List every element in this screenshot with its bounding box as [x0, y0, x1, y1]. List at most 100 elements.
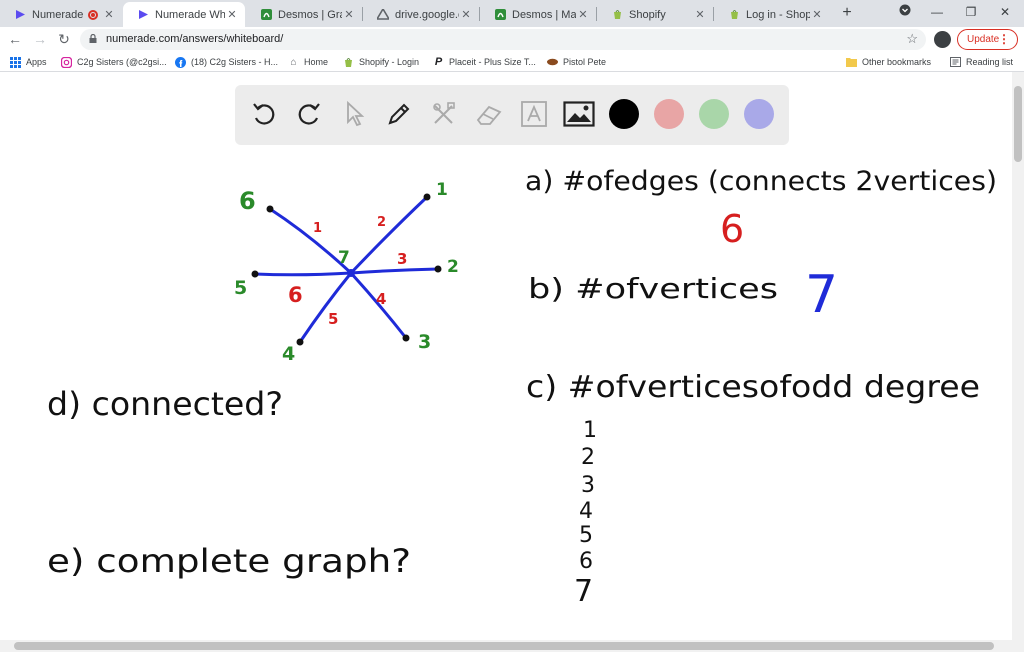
bookmark-label: (18) C2g Sisters - H... — [191, 57, 279, 67]
shopify-icon — [611, 9, 623, 21]
bookmark-pistol-pete[interactable]: Pistol Pete — [547, 55, 606, 69]
tab-title: drive.google.com — [395, 8, 459, 21]
close-tab-icon[interactable]: ✕ — [102, 8, 116, 21]
graph-edge — [349, 195, 429, 275]
vertex-label: 4 — [282, 343, 295, 365]
bookmark-facebook[interactable]: (18) C2g Sisters - H... — [175, 55, 278, 69]
instagram-icon — [61, 56, 72, 68]
forward-arrow-icon[interactable]: → — [31, 30, 49, 48]
color-swatch-black[interactable] — [609, 99, 639, 129]
horizontal-scrollbar[interactable] — [0, 640, 1024, 652]
graph-vertex — [402, 334, 410, 342]
tab-google-drive[interactable]: drive.google.com ✕ — [363, 2, 479, 27]
graph-vertex — [423, 193, 431, 201]
graph-vertex — [296, 338, 304, 346]
bookmark-label: Placeit - Plus Size T... — [449, 57, 536, 67]
edge-label: 2 — [377, 215, 386, 230]
image-icon[interactable] — [562, 97, 596, 131]
reading-list-button[interactable]: Reading list — [950, 55, 1013, 69]
tab-desmos-graphing[interactable]: Desmos | Graphin ✕ — [246, 2, 362, 27]
whiteboard-canvas[interactable]: 1 2 3 4 5 6 1 2 3 4 5 6 7 a) #ofedges (c… — [0, 72, 1012, 640]
tab-numerade[interactable]: Numerade ✕ — [0, 2, 122, 27]
new-tab-button[interactable]: + — [838, 4, 856, 22]
bookmark-label: Pistol Pete — [563, 57, 607, 67]
question-d: d) connected? — [47, 385, 283, 423]
color-swatch-purple[interactable] — [744, 99, 774, 129]
menu-kebab-icon: ⋮ — [998, 32, 1010, 46]
reading-list-icon — [950, 57, 961, 68]
address-bar[interactable]: numerade.com/answers/whiteboard/ ☆ — [80, 29, 926, 50]
bookmark-label: Apps — [26, 57, 47, 67]
tab-title: Numerade — [32, 8, 84, 21]
update-button[interactable]: Update ⋮ — [957, 29, 1018, 50]
bookmark-label: C2g Sisters (@c2gsi... — [77, 57, 167, 67]
bookmark-instagram[interactable]: C2g Sisters (@c2gsi... — [61, 55, 167, 69]
numerade-icon — [14, 9, 26, 21]
shopify-icon — [343, 57, 354, 68]
restore-icon[interactable]: ❐ — [960, 2, 982, 22]
close-tab-icon[interactable]: ✕ — [459, 8, 473, 21]
bookmarks-bar: Apps C2g Sisters (@c2gsi... (18) C2g Sis… — [0, 52, 1024, 72]
pen-icon[interactable] — [382, 97, 416, 131]
bookmark-apps[interactable]: Apps — [10, 55, 47, 69]
vertex-label: 3 — [418, 331, 431, 353]
vertex-label: 2 — [447, 257, 459, 277]
bookmark-placeit[interactable]: P Placeit - Plus Size T... — [433, 55, 536, 69]
vertex-label: 6 — [239, 187, 256, 215]
list-item: 5 — [579, 523, 593, 548]
list-item: 2 — [581, 445, 595, 470]
tab-title: Log in - Shopify — [746, 8, 810, 21]
question-c: c) #ofverticesofodd degree — [526, 370, 980, 405]
bookmark-label: Home — [304, 57, 329, 67]
tab-shopify[interactable]: Shopify ✕ — [597, 2, 713, 27]
url-text: numerade.com/answers/whiteboard/ — [106, 33, 284, 45]
graph-edge — [349, 267, 440, 275]
question-b: b) #ofvertices — [528, 272, 778, 305]
close-tab-icon[interactable]: ✕ — [810, 8, 824, 21]
close-window-icon[interactable]: ✕ — [994, 2, 1016, 22]
vertex-label: 5 — [234, 277, 247, 299]
bookmark-shopify-login[interactable]: Shopify - Login — [343, 55, 419, 69]
redo-icon[interactable] — [292, 97, 326, 131]
close-tab-icon[interactable]: ✕ — [225, 8, 239, 21]
bookmark-label: Shopify - Login — [359, 57, 420, 67]
edge-label: 4 — [376, 290, 386, 308]
close-tab-icon[interactable]: ✕ — [342, 8, 356, 21]
color-swatch-pink[interactable] — [654, 99, 684, 129]
desmos-icon — [260, 9, 272, 21]
reload-icon[interactable]: ↻ — [55, 30, 73, 48]
whiteboard-drawing: 1 2 3 4 5 6 1 2 3 4 5 6 7 a) #ofedges (c… — [47, 166, 997, 609]
close-tab-icon[interactable]: ✕ — [693, 8, 707, 21]
color-swatch-green[interactable] — [699, 99, 729, 129]
tab-numerade-whiteboard[interactable]: Numerade Whitel ✕ — [123, 2, 245, 27]
profile-avatar[interactable] — [934, 31, 951, 48]
numerade-icon — [137, 9, 149, 21]
vertex-label: 1 — [436, 180, 448, 200]
tools-icon[interactable] — [427, 97, 461, 131]
tab-search-icon[interactable] — [894, 2, 916, 22]
graph-vertex — [266, 205, 274, 213]
bookmark-home[interactable]: ⌂ Home — [288, 55, 328, 69]
edge-label: 1 — [313, 221, 322, 236]
vertical-scrollbar[interactable] — [1012, 72, 1024, 640]
scrollbar-thumb[interactable] — [1014, 86, 1022, 162]
scrollbar-thumb[interactable] — [14, 642, 994, 650]
center-vertex-label: 7 — [338, 248, 350, 268]
eraser-icon[interactable] — [472, 97, 506, 131]
close-tab-icon[interactable]: ✕ — [576, 8, 590, 21]
bookmark-other[interactable]: Other bookmarks — [846, 55, 931, 69]
graph-edge — [253, 271, 353, 277]
back-arrow-icon[interactable]: ← — [6, 30, 24, 48]
recording-icon — [88, 9, 98, 20]
tab-title: Desmos | Graphin — [278, 8, 342, 21]
question-e: e) complete graph? — [47, 542, 411, 580]
apps-grid-icon — [10, 56, 21, 68]
text-icon[interactable] — [517, 97, 551, 131]
minimize-icon[interactable]: — — [926, 2, 948, 22]
select-icon[interactable] — [337, 97, 371, 131]
bookmark-star-icon[interactable]: ☆ — [906, 31, 918, 47]
question-a: a) #ofedges (connects 2vertices) — [525, 166, 997, 197]
undo-icon[interactable] — [247, 97, 281, 131]
tab-shopify-login[interactable]: Log in - Shopify ✕ — [714, 2, 830, 27]
tab-desmos-matrix[interactable]: Desmos | Matrix C ✕ — [480, 2, 596, 27]
